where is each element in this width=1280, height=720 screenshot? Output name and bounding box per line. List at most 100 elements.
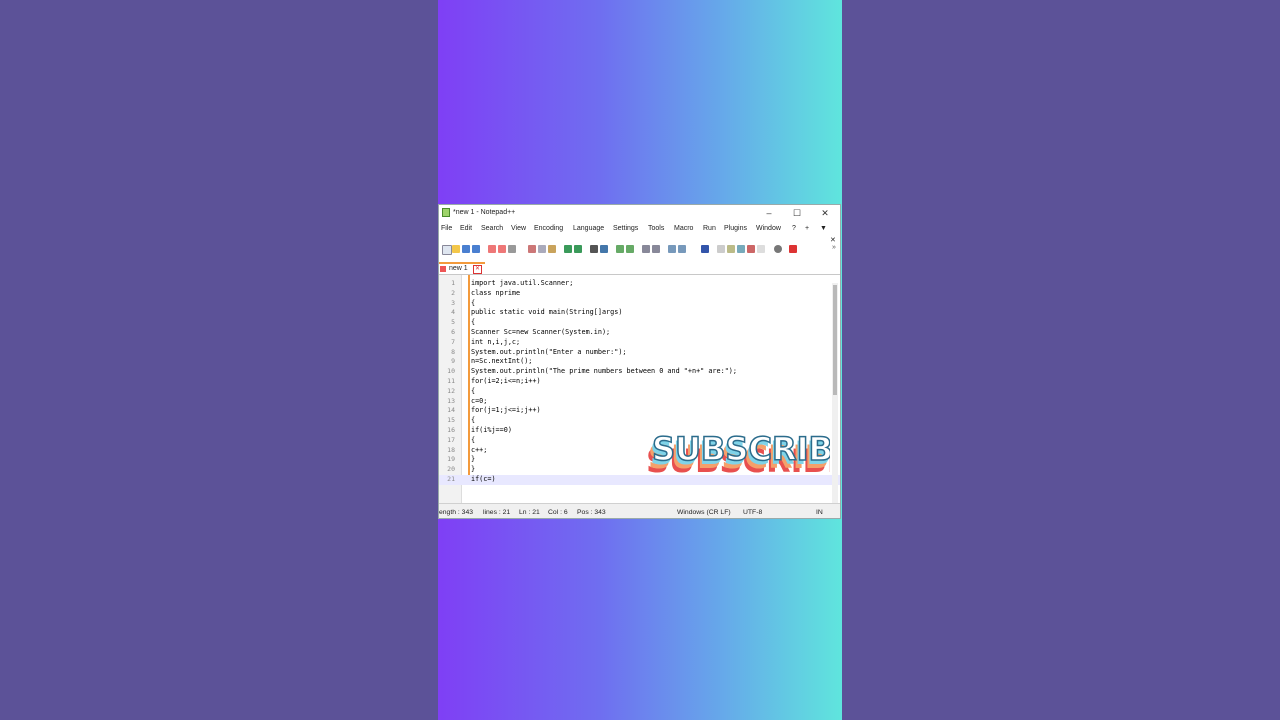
save-icon[interactable] [462,245,470,253]
status-mode[interactable]: IN [816,509,823,516]
menu-language[interactable]: Language [573,225,604,232]
code-line[interactable]: 10 System.out.println("The prime numbers … [439,367,840,377]
menu-file[interactable]: File [441,225,452,232]
menu-plus[interactable]: + [805,225,809,232]
maximize-icon[interactable]: ☐ [785,206,809,220]
replace-icon[interactable] [600,245,608,253]
code-text[interactable]: { [471,436,475,444]
code-text[interactable]: { [471,299,475,307]
code-text[interactable]: for(i=2;i<=n;i++) [471,377,541,385]
tab-close-icon[interactable]: ✕ [473,265,482,274]
code-line[interactable]: 3{ [439,299,840,309]
code-line[interactable]: 2 class nprime [439,289,840,299]
code-text[interactable]: class nprime [471,289,520,297]
cut-icon[interactable] [528,245,536,253]
code-line[interactable]: 1 import java.util.Scanner; [439,279,840,289]
find-icon[interactable] [590,245,598,253]
paste-icon[interactable] [548,245,556,253]
copy-icon[interactable] [538,245,546,253]
code-text[interactable]: { [471,318,475,326]
code-text[interactable]: System.out.println("The prime numbers be… [471,367,737,375]
code-text[interactable]: if(i%j==0) [471,426,512,434]
show-all-icon[interactable] [678,245,686,253]
zoom-in-icon[interactable] [616,245,624,253]
line-number: 3 [451,298,455,307]
line-number: 6 [451,328,455,336]
open-file-icon[interactable] [452,245,460,253]
menu-tools[interactable]: Tools [648,225,664,232]
wrap-icon[interactable] [668,245,676,253]
code-line[interactable]: 11 for(i=2;i<=n;i++) [439,377,840,387]
line-number: 18 [447,445,455,454]
code-text[interactable]: { [471,387,475,395]
menu-run[interactable]: Run [703,225,716,232]
code-text[interactable]: System.out.println("Enter a number:"); [471,348,627,356]
save-all-icon[interactable] [472,245,480,253]
menu-plugins[interactable]: Plugins [724,225,747,232]
code-text[interactable]: } [471,455,475,463]
line-number: 19 [447,455,455,464]
new-file-icon[interactable] [442,245,452,255]
menu-settings[interactable]: Settings [613,225,638,232]
tab-label: new 1 [449,265,468,272]
sync-h-icon[interactable] [652,245,660,253]
udl-icon[interactable] [717,245,725,253]
code-text[interactable]: n=Sc.nextInt(); [471,357,532,365]
print-icon[interactable] [508,245,516,253]
menu-window[interactable]: Window [756,225,781,232]
redo-icon[interactable] [574,245,582,253]
menu-dropdown[interactable]: ▼ [820,225,827,232]
zoom-out-icon[interactable] [626,245,634,253]
code-text[interactable]: for(j=1;j<=i;j++) [471,406,541,414]
record-macro-icon[interactable] [774,245,782,253]
line-number: 11 [447,377,455,385]
right-background [842,0,1280,720]
close-all-icon[interactable] [498,245,506,253]
close-file-icon[interactable] [488,245,496,253]
code-text[interactable]: import java.util.Scanner; [471,279,573,287]
vertical-scrollbar[interactable] [832,283,838,503]
status-length: ength : 343 [439,509,474,516]
close-icon[interactable]: ✕ [813,206,837,220]
menu-encoding[interactable]: Encoding [534,225,563,232]
stop-macro-icon[interactable] [789,245,797,253]
tab-new1[interactable]: new 1 ✕ [439,262,485,274]
code-line[interactable]: 6 Scanner Sc=new Scanner(System.in); [439,328,840,338]
monitor-icon[interactable] [757,245,765,253]
menu-search[interactable]: Search [481,225,503,232]
menu-view[interactable]: View [511,225,526,232]
sync-v-icon[interactable] [642,245,650,253]
status-encoding[interactable]: UTF-8 [743,509,762,516]
menu-help[interactable]: ? [792,225,796,232]
code-line[interactable]: 12 { [439,387,840,397]
doc-map-icon[interactable] [727,245,735,253]
func-list-icon[interactable] [737,245,745,253]
code-line[interactable]: 4 public static void main(String[]args) [439,308,840,318]
code-text[interactable]: if(c=) [471,475,496,483]
line-number: 20 [447,465,455,474]
status-eol[interactable]: Windows (CR LF) [677,509,731,516]
line-number: 17 [447,435,455,444]
line-number: 8 [451,347,455,356]
code-text[interactable]: Scanner Sc=new Scanner(System.in); [471,328,610,336]
menu-macro[interactable]: Macro [674,225,693,232]
scrollbar-thumb[interactable] [833,285,837,395]
menu-edit[interactable]: Edit [460,225,472,232]
code-text[interactable]: { [471,416,475,424]
minimize-icon[interactable]: – [757,206,781,220]
code-line[interactable]: 9 n=Sc.nextInt(); [439,357,840,367]
code-line[interactable]: 13 c=0; [439,397,840,407]
indent-guide-icon[interactable] [701,245,709,253]
code-line[interactable]: 8 System.out.println("Enter a number:"); [439,348,840,358]
code-line[interactable]: 7 int n,i,j,c; [439,338,840,348]
folder-workspace-icon[interactable] [747,245,755,253]
code-text[interactable]: c++; [471,446,487,454]
code-text[interactable]: c=0; [471,397,487,405]
more-icon[interactable]: » [832,244,836,251]
code-text[interactable]: int n,i,j,c; [471,338,520,346]
code-text[interactable]: } [471,465,475,473]
code-line[interactable]: 14 for(j=1;j<=i;j++) [439,406,840,416]
code-text[interactable]: public static void main(String[]args) [471,308,622,316]
code-line[interactable]: 5{ [439,318,840,328]
undo-icon[interactable] [564,245,572,253]
